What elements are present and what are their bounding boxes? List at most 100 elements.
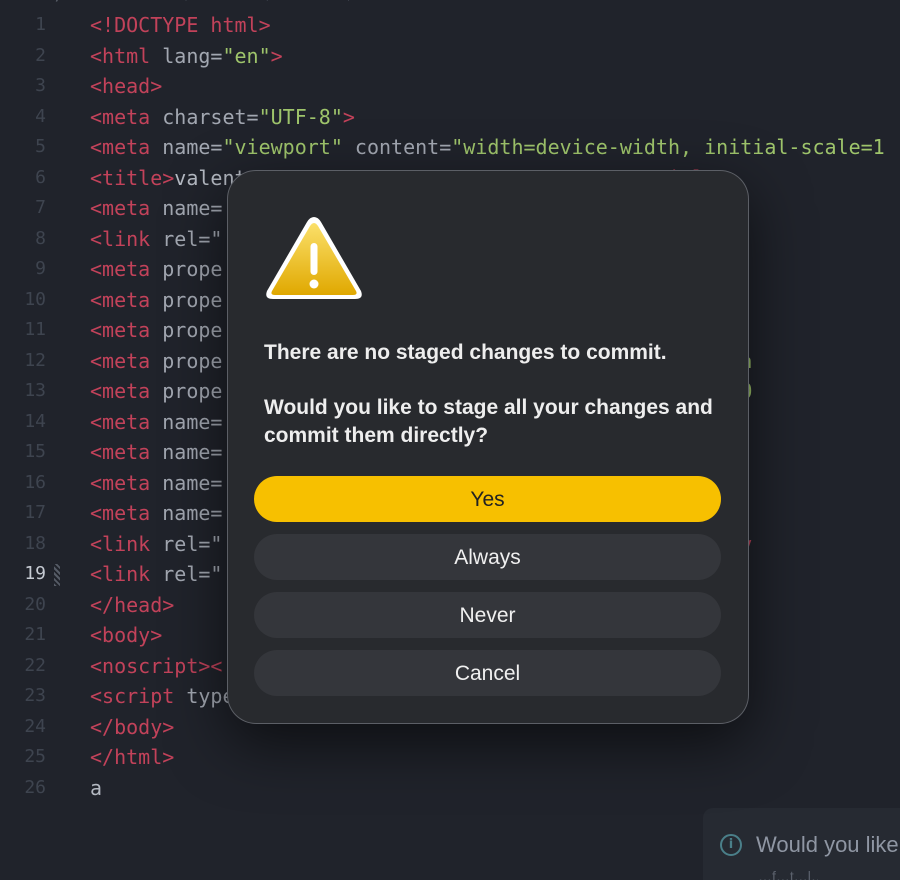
code-token: <link	[90, 226, 163, 251]
line-number: 8	[35, 227, 46, 249]
line-number: 11	[24, 319, 46, 340]
code-token: prope	[162, 348, 223, 373]
code-token: <meta	[90, 409, 163, 434]
code-text[interactable]: <body>	[90, 620, 162, 650]
code-token: prope	[162, 318, 223, 342]
notification-subtext: …f…t…l…	[758, 868, 818, 880]
code-text[interactable]: <meta name="viewport" content="width=dev…	[90, 132, 885, 162]
code-token: <body>	[90, 623, 163, 647]
commit-dialog: There are no staged changes to commit. W…	[228, 171, 748, 723]
code-token: </head>	[90, 592, 175, 617]
code-token: rel="	[162, 562, 223, 586]
code-token: <meta	[90, 196, 163, 220]
code-text[interactable]: </body>	[90, 712, 174, 742]
line-number: 23	[24, 685, 46, 706]
line-number: 9	[35, 258, 46, 279]
info-icon: i	[720, 834, 742, 856]
code-token: charset=	[162, 104, 259, 129]
code-token: <html	[90, 43, 163, 68]
code-token: prope	[162, 257, 223, 281]
code-token: >	[270, 43, 283, 68]
code-token: </html>	[90, 745, 175, 769]
code-token: "UTF-8"	[258, 104, 343, 129]
code-text[interactable]: <!DOCTYPE html>	[90, 10, 271, 40]
code-token: prope	[162, 379, 223, 403]
code-text[interactable]: a	[90, 773, 102, 803]
code-text[interactable]: </html>	[90, 742, 174, 772]
code-line[interactable]: 25 </html>	[0, 742, 900, 772]
code-token: <meta	[90, 104, 163, 129]
line-number: 21	[24, 624, 46, 645]
code-line[interactable]: 3 <head>	[0, 71, 900, 101]
line-number: 3	[35, 75, 46, 96]
code-token: <meta	[90, 135, 163, 159]
code-token: rel="	[162, 531, 223, 556]
code-line[interactable]: 1 <!DOCTYPE html>	[0, 10, 900, 40]
line-number: 15	[24, 441, 46, 462]
code-token: <meta	[90, 348, 163, 373]
code-token: <meta	[90, 379, 163, 403]
code-token: <script	[90, 684, 187, 708]
code-token: >	[342, 104, 355, 129]
code-text[interactable]: <meta charset="UTF-8">	[90, 102, 355, 132]
line-number: 26	[24, 776, 46, 798]
code-line[interactable]: 26 a	[0, 773, 900, 803]
notification-text: Would you like	[756, 832, 899, 857]
code-line[interactable]: 4 <meta charset="UTF-8">	[0, 102, 900, 132]
line-number: 14	[24, 410, 46, 432]
code-token: name=	[162, 440, 223, 464]
line-number: 4	[35, 105, 46, 127]
line-number: 10	[24, 288, 46, 310]
line-number: 2	[35, 44, 46, 66]
code-token: <noscript><	[90, 653, 223, 678]
code-token: <meta	[90, 287, 163, 312]
code-line[interactable]: 2 <html lang="en">	[0, 41, 900, 71]
line-number: 22	[24, 654, 46, 676]
code-token: "width=device-width, initial-scale=1	[451, 135, 885, 159]
code-text[interactable]: <script type	[90, 681, 235, 711]
warning-icon	[266, 217, 362, 299]
modified-line-marker	[54, 564, 60, 586]
code-token: a	[90, 775, 103, 800]
line-number: 18	[24, 532, 46, 554]
code-token: <link	[90, 531, 163, 556]
line-number: 5	[35, 136, 46, 157]
line-number: 25	[24, 746, 46, 767]
code-token: <meta	[90, 470, 163, 495]
line-number: 19	[24, 563, 46, 584]
code-token: name=	[162, 135, 223, 159]
code-token: <link	[90, 562, 163, 586]
line-number: 24	[24, 715, 46, 737]
code-token: name=	[162, 470, 223, 495]
code-token: content=	[354, 135, 452, 159]
code-token: name=	[162, 409, 223, 434]
code-token: <title>	[90, 165, 175, 190]
code-token: </body>	[90, 714, 175, 739]
line-number: 1	[35, 14, 46, 35]
code-token: lang=	[162, 43, 223, 68]
code-text[interactable]: <html lang="en">	[90, 41, 283, 71]
line-number: 12	[24, 349, 46, 371]
code-text[interactable]: <head>	[90, 71, 162, 101]
dialog-message: Would you like to stage all your changes…	[264, 396, 713, 447]
never-button[interactable]: Never	[254, 592, 721, 638]
code-text[interactable]: </head>	[90, 590, 174, 620]
code-text[interactable]: <meta prope	[90, 254, 222, 284]
line-number: 7	[35, 197, 46, 218]
dialog-title: There are no staged changes to commit.	[264, 341, 667, 364]
always-button[interactable]: Always	[254, 534, 721, 580]
code-line[interactable]: 5 <meta name="viewport" content="width=de…	[0, 132, 900, 162]
code-token: <meta	[90, 257, 163, 281]
code-token: <meta	[90, 501, 163, 525]
code-token: <head>	[90, 74, 163, 98]
breadcrumb[interactable]: ~/index.html › ◇ html › ◇ head › ◇ link	[0, 0, 900, 8]
line-number: 13	[24, 380, 46, 401]
line-number: 16	[24, 471, 46, 493]
cancel-button[interactable]: Cancel	[254, 650, 721, 696]
code-text[interactable]: <link rel="	[90, 559, 222, 589]
code-token: rel="	[162, 226, 223, 251]
code-token: "viewport"	[222, 135, 355, 159]
yes-button[interactable]: Yes	[254, 476, 721, 522]
code-token: prope	[162, 287, 223, 312]
line-number: 6	[35, 166, 46, 188]
